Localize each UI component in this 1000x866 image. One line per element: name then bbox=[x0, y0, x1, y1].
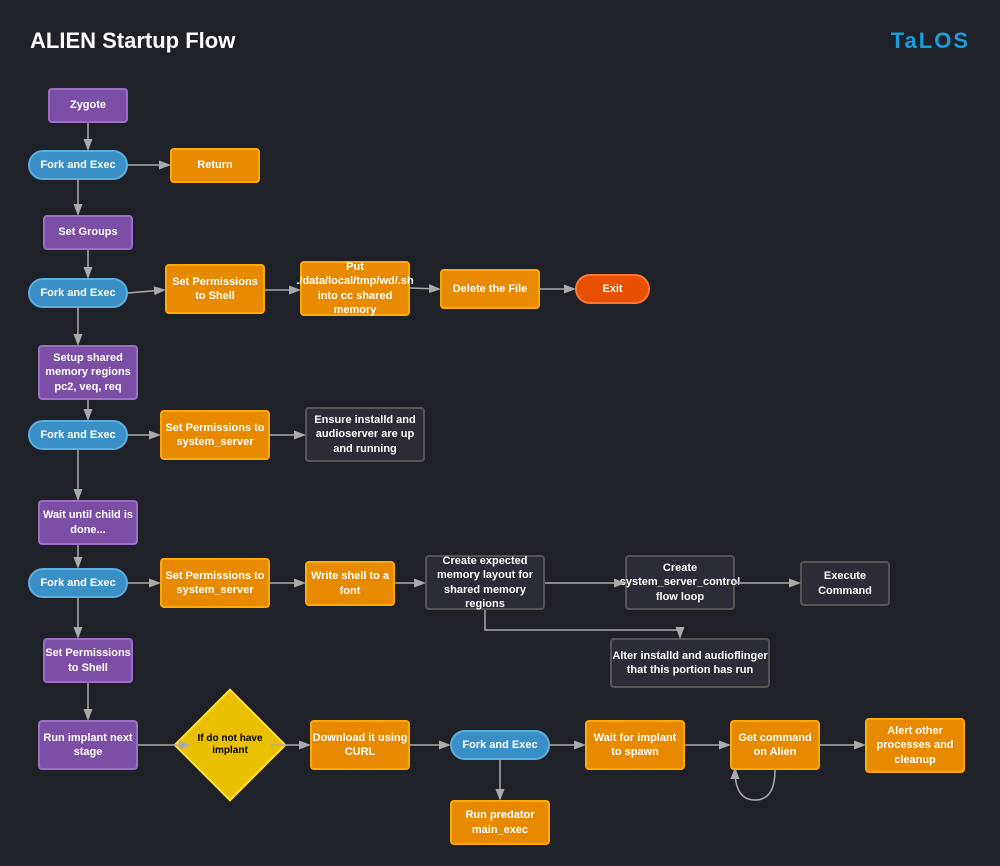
node-set-perm-system-1: Set Permissions to system_server bbox=[160, 410, 270, 460]
node-run-implant: Run implant next stage bbox=[38, 720, 138, 770]
node-wait-implant: Wait for implant to spawn bbox=[585, 720, 685, 770]
node-fork-exec-5: Fork and Exec bbox=[450, 730, 550, 760]
node-fork-exec-2: Fork and Exec bbox=[28, 278, 128, 308]
node-execute-cmd: Execute Command bbox=[800, 561, 890, 606]
node-if-no-implant: If do not have implant bbox=[173, 688, 286, 801]
node-set-perm-shell-1: Set Permissions to Shell bbox=[165, 264, 265, 314]
node-setup-shared: Setup shared memory regions pc2, veq, re… bbox=[38, 345, 138, 400]
page-title: ALIEN Startup Flow bbox=[30, 28, 235, 54]
node-write-shell: Write shell to a font bbox=[305, 561, 395, 606]
node-wait-child: Wait until child is done... bbox=[38, 500, 138, 545]
node-create-expected: Create expected memory layout for shared… bbox=[425, 555, 545, 610]
node-return: Return bbox=[170, 148, 260, 183]
node-delete-file: Delete the File bbox=[440, 269, 540, 309]
node-get-command: Get command on Alien bbox=[730, 720, 820, 770]
node-fork-exec-1: Fork and Exec bbox=[28, 150, 128, 180]
node-zygote: Zygote bbox=[48, 88, 128, 123]
node-fork-exec-4: Fork and Exec bbox=[28, 568, 128, 598]
node-exit: Exit bbox=[575, 274, 650, 304]
logo: TaLOS bbox=[891, 28, 970, 54]
node-alter-installd: Alter installd and audioflinger that thi… bbox=[610, 638, 770, 688]
node-set-perm-system-2: Set Permissions to system_server bbox=[160, 558, 270, 608]
node-ensure-install: Ensure installd and audioserver are up a… bbox=[305, 407, 425, 462]
node-download-curl: Download it using CURL bbox=[310, 720, 410, 770]
node-put-data: Put ./data/local/tmp/wd/.sh into cc shar… bbox=[300, 261, 410, 316]
node-run-predator: Run predator main_exec bbox=[450, 800, 550, 845]
node-set-groups: Set Groups bbox=[43, 215, 133, 250]
node-alert-processes: Alert other processes and cleanup bbox=[865, 718, 965, 773]
node-fork-exec-3: Fork and Exec bbox=[28, 420, 128, 450]
node-create-system: Create system_server_control flow loop bbox=[625, 555, 735, 610]
node-set-perm-shell-2: Set Permissions to Shell bbox=[43, 638, 133, 683]
